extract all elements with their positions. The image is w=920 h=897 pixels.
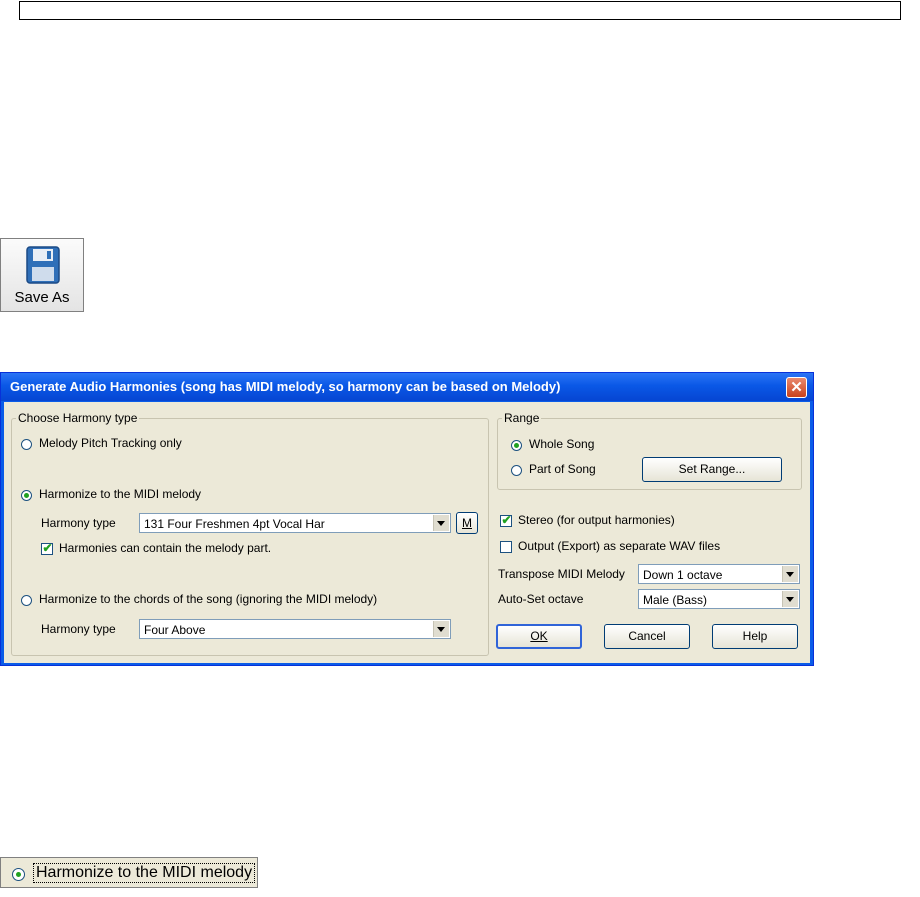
- dialog-title: Generate Audio Harmonies (song has MIDI …: [10, 379, 561, 394]
- range-group: Range Whole Song Part of Song Set Range.…: [497, 411, 802, 490]
- empty-frame: [19, 1, 901, 20]
- radio-melody-pitch[interactable]: [21, 439, 32, 450]
- label-melody-pitch: Melody Pitch Tracking only: [39, 436, 182, 450]
- radio-harmonize-midi-closeup[interactable]: [12, 868, 25, 881]
- ok-button[interactable]: OK: [496, 624, 582, 649]
- range-group-legend: Range: [502, 411, 542, 425]
- set-range-button[interactable]: Set Range...: [642, 457, 782, 482]
- checkmark-icon: ✔: [42, 541, 53, 555]
- harmony-type-group: Choose Harmony type Melody Pitch Trackin…: [11, 411, 489, 656]
- radio-harmonize-chords[interactable]: [21, 595, 32, 606]
- chevron-down-icon[interactable]: [782, 591, 798, 607]
- harmony-type-label-2: Harmony type: [41, 622, 116, 636]
- radio-harmonize-midi[interactable]: [21, 490, 32, 501]
- save-as-label: Save As: [14, 289, 70, 306]
- label-contain-melody: Harmonies can contain the melody part.: [59, 541, 272, 555]
- label-export-wav: Output (Export) as separate WAV files: [518, 539, 721, 553]
- harmonize-midi-radio-closeup: Harmonize to the MIDI melody: [0, 857, 258, 888]
- radio-part-of-song[interactable]: [511, 465, 522, 476]
- cancel-button[interactable]: Cancel: [604, 624, 690, 649]
- harmony-type-value-2: Four Above: [144, 623, 206, 637]
- chevron-down-icon[interactable]: [433, 621, 449, 637]
- floppy-disk-icon: [26, 246, 60, 284]
- checkbox-contain-melody[interactable]: ✔: [41, 541, 53, 555]
- help-button[interactable]: Help: [712, 624, 798, 649]
- checkbox-export-wav[interactable]: [500, 541, 512, 553]
- title-bar[interactable]: Generate Audio Harmonies (song has MIDI …: [1, 373, 813, 401]
- harmony-type-label-1: Harmony type: [41, 516, 116, 530]
- label-whole-song: Whole Song: [529, 437, 595, 451]
- autoset-label: Auto-Set octave: [498, 592, 584, 606]
- m-button[interactable]: M: [456, 512, 478, 534]
- radio-whole-song[interactable]: [511, 440, 522, 451]
- transpose-label: Transpose MIDI Melody: [498, 567, 625, 581]
- harmony-type-value-1: 131 Four Freshmen 4pt Vocal Har: [144, 517, 325, 531]
- checkmark-icon: ✔: [501, 513, 512, 527]
- checkbox-stereo[interactable]: ✔: [500, 513, 512, 527]
- chevron-down-icon[interactable]: [782, 566, 798, 582]
- save-as-button[interactable]: Save As: [0, 238, 84, 312]
- autoset-select[interactable]: Male (Bass): [638, 589, 800, 609]
- label-harmonize-midi-closeup: Harmonize to the MIDI melody: [33, 863, 256, 883]
- generate-audio-harmonies-dialog: Generate Audio Harmonies (song has MIDI …: [0, 372, 814, 666]
- label-harmonize-chords: Harmonize to the chords of the song (ign…: [39, 592, 378, 606]
- transpose-select[interactable]: Down 1 octave: [638, 564, 800, 584]
- harmony-type-select-1[interactable]: 131 Four Freshmen 4pt Vocal Har: [139, 513, 451, 533]
- harmony-type-select-2[interactable]: Four Above: [139, 619, 451, 639]
- label-harmonize-midi: Harmonize to the MIDI melody: [39, 487, 202, 501]
- transpose-value: Down 1 octave: [643, 568, 723, 582]
- dialog-client-area: Choose Harmony type Melody Pitch Trackin…: [4, 402, 810, 663]
- chevron-down-icon[interactable]: [433, 515, 449, 531]
- label-part-of-song: Part of Song: [529, 462, 596, 476]
- label-stereo: Stereo (for output harmonies): [518, 513, 675, 527]
- close-button[interactable]: ✕: [786, 377, 807, 398]
- harmony-group-legend: Choose Harmony type: [16, 411, 140, 425]
- close-icon: ✕: [790, 379, 803, 396]
- autoset-value: Male (Bass): [643, 593, 708, 607]
